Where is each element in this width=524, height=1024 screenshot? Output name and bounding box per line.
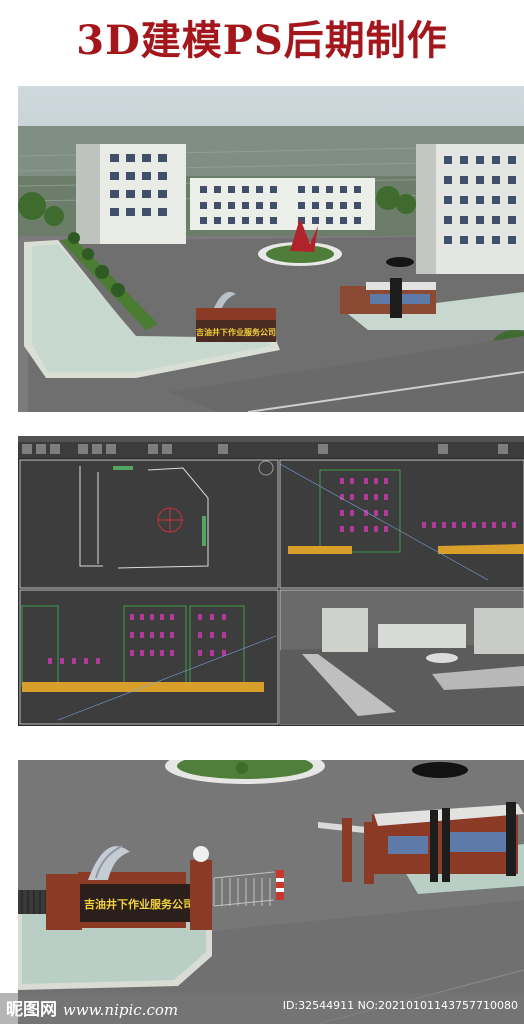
watermark-id: ID:32544911 NO:20210101143757710080	[282, 999, 518, 1012]
gate-sign-text: 吉油井下作业服务公司	[196, 327, 276, 337]
watermark-logo-text: 昵图网	[6, 1000, 57, 1020]
gate-sign-closeup-text: 吉油井下作业服务公司	[84, 897, 194, 911]
render-aerial-view: 吉油井下作业服务公司	[18, 86, 524, 412]
watermark-site: www.nipic.com	[62, 1001, 179, 1019]
page-title: 3D建模PS后期制作	[76, 17, 448, 64]
modeling-viewports	[18, 436, 524, 726]
render-gate-closeup: 吉油井下作业服务公司	[18, 760, 524, 1024]
watermark-logo: 昵图网 www.nipic.com	[6, 995, 178, 1020]
